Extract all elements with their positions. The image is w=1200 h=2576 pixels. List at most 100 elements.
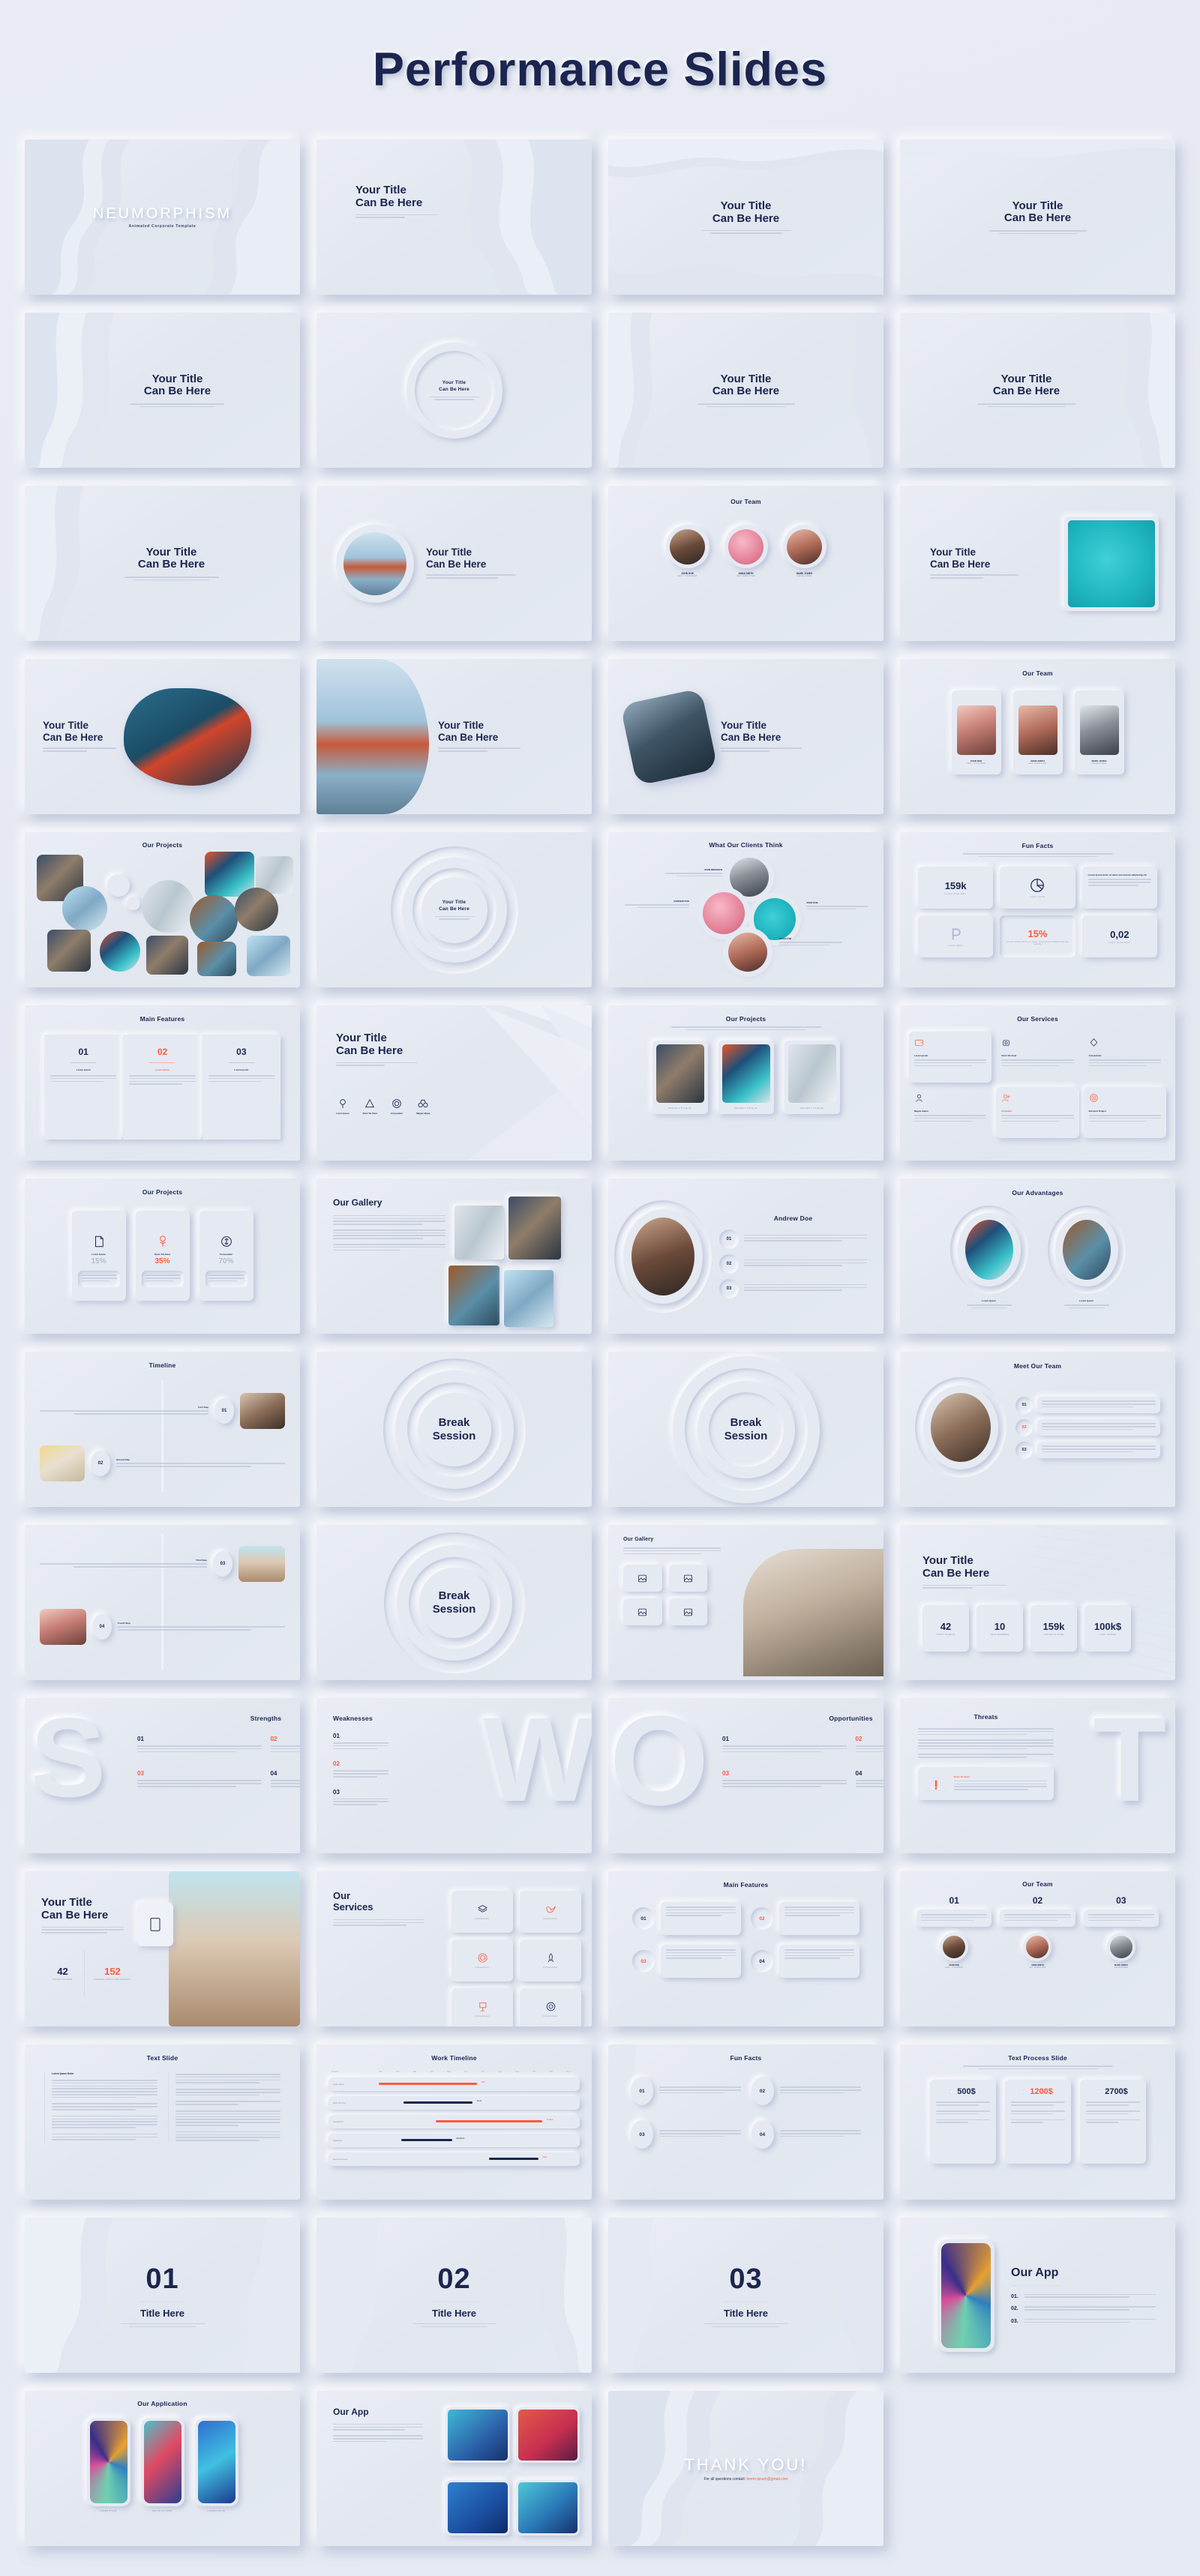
feature-row[interactable]: 03 (632, 1945, 741, 1978)
swot-point[interactable]: 02 (855, 1736, 884, 1754)
slide-title-wave-soft[interactable]: Your Title Can Be Here (25, 486, 300, 641)
feature-column[interactable]: 03 Lorem ipsum (202, 1035, 280, 1140)
team-card[interactable]: ANNA SMITH ART DIRECTOR (1012, 690, 1063, 774)
stat-card[interactable]: Consectetur 70% (199, 1211, 254, 1301)
gallery-frame[interactable] (623, 1565, 662, 1592)
slide-title-forest[interactable]: Your Title Can Be Here (608, 659, 884, 814)
icon-item[interactable]: Lorem Ipsum (336, 1098, 350, 1115)
slide-title-circle[interactable]: Your Title Can Be Here (316, 313, 592, 468)
client-avatar[interactable] (754, 898, 796, 940)
stat-card[interactable]: Lorem Ipsum 15% (71, 1211, 126, 1301)
timeline-row[interactable]: Dolor Sit Amet Anna (328, 2096, 580, 2110)
project-thumb[interactable] (247, 936, 290, 976)
service-card[interactable]: Incididunt (996, 1087, 1079, 1138)
stat-box[interactable]: 152 AVERAGE HOURS PER PROJECT (86, 1950, 139, 1996)
swot-point[interactable]: 04 (855, 1770, 884, 1788)
fact-cell[interactable]: 0,02 Lorem ipsum dolor (1082, 915, 1157, 958)
gallery-frame[interactable] (668, 1598, 707, 1626)
slide-timeline-cont[interactable]: Third Step 03 04 Fourth Step (25, 1525, 300, 1680)
swot-point[interactable]: 03 (137, 1770, 262, 1788)
app-point[interactable]: 02. (1011, 2306, 1156, 2312)
slide-title-icons-row[interactable]: Your Title Can Be Here Lorem Ipsum Dolor… (316, 1005, 592, 1161)
slide-title-boat[interactable]: Your Title Can Be Here (25, 659, 300, 814)
slide-title-stats-4[interactable]: Your Title Can Be Here 42 HAPPY CLIENTS … (900, 1525, 1175, 1680)
slide-section-02[interactable]: 02 Title Here (316, 2218, 592, 2373)
swot-point[interactable]: 01 (137, 1736, 262, 1754)
slide-break-session-2[interactable]: Break Session (608, 1352, 884, 1507)
slide-our-team-3[interactable]: Our Team JOHN DOE CEO / FOUNDER ANNA SMI… (608, 486, 884, 641)
slide-swot-opportunities[interactable]: O Opportunities 01 02 03 04 (608, 1698, 884, 1853)
app-screen[interactable]: LOREM IPSUM (86, 2418, 130, 2512)
stat-box[interactable]: 100k$ CASH INCOME (1084, 1604, 1131, 1652)
slide-title-left-wave[interactable]: Your Title Can Be Here (25, 313, 300, 468)
service-tile[interactable]: Consectetur (520, 1988, 581, 2026)
slide-thank-you[interactable]: THANK YOU! For all questions contact: lo… (608, 2391, 884, 2546)
project-circle[interactable] (190, 895, 238, 943)
slide-title-wave-top[interactable]: Your Title Can Be Here (608, 139, 884, 295)
point-row[interactable]: 01 (719, 1229, 867, 1249)
feature-row[interactable]: 01 (632, 1902, 741, 1935)
slide-our-services-6[interactable]: Our Services Lorem Ipsum Dolor Sit Amet … (900, 1005, 1175, 1161)
slide-our-projects-stats[interactable]: Our Projects Lorem Ipsum 15% Dolor Sit A… (25, 1179, 300, 1334)
floating-icon-card[interactable] (137, 1903, 173, 1946)
slide-main-features-grid[interactable]: Main Features 01 02 03 04 (608, 1871, 884, 2026)
contact-email[interactable]: lorem.ipsum@gmail.com (746, 2477, 788, 2482)
service-tile[interactable]: Consectetur (520, 1891, 581, 1933)
gallery-photo[interactable] (454, 1206, 504, 1260)
process-card[interactable]: 1200$ (1004, 2080, 1071, 2164)
slide-title-wave-right2[interactable]: Your Title Can Be Here (900, 313, 1175, 468)
slide-our-projects-circles[interactable]: Our Projects (25, 832, 300, 987)
fact-row[interactable]: 04 (751, 2120, 861, 2149)
team-row[interactable]: 02 (1016, 1418, 1160, 1436)
client-avatar[interactable] (728, 933, 767, 972)
fact-cell[interactable]: Lorem ipsum dolor sit amet consectetur a… (1082, 867, 1157, 909)
slide-title-photo-teal[interactable]: Your Title Can Be Here (900, 486, 1175, 641)
slide-text-slide[interactable]: Text Slide Lorem Ipsum Dolor (25, 2044, 300, 2200)
project-thumb[interactable] (47, 930, 91, 972)
app-screen[interactable]: DOLOR SIT AMET (140, 2418, 184, 2512)
icon-item[interactable]: Dolor Sit Amet (363, 1098, 377, 1115)
slide-swot-threats[interactable]: T Threats Dolor Sit Amet (900, 1698, 1175, 1853)
project-card[interactable]: PROJECT TITLE 03 (784, 1041, 840, 1115)
service-tile[interactable]: Consectetur (452, 1939, 513, 1981)
slide-title-photo-circle[interactable]: Your Title Can Be Here (316, 486, 592, 641)
app-thumb[interactable] (446, 2479, 510, 2536)
stat-box[interactable]: 42 HAPPY CLIENTS (922, 1604, 969, 1652)
slide-break-session-1[interactable]: Break Session (316, 1352, 592, 1507)
swot-point[interactable]: 01 (333, 1733, 429, 1751)
timeline-row[interactable]: Adipiscing Elizabeth (328, 2134, 580, 2147)
stat-card[interactable]: Dolor Sit Amet 35% (135, 1211, 190, 1301)
slide-work-timeline[interactable]: Work Timeline Projects Jan Feb Mar Apr M… (316, 2044, 592, 2200)
project-circle[interactable] (142, 880, 194, 933)
slide-text-process[interactable]: Text Process Slide 500$ 1200$ 2700$ (900, 2044, 1175, 2200)
project-thumb[interactable] (146, 936, 188, 975)
service-tile[interactable]: Consectetur (520, 1939, 581, 1981)
team-member[interactable]: ANNA SMITH ART DIRECTOR (724, 525, 768, 577)
gallery-frame[interactable] (623, 1598, 662, 1626)
fact-cell-active[interactable]: 15% Lorem ipsum dolor sit amet consectet… (1000, 915, 1076, 958)
icon-item[interactable]: Consectetur (391, 1098, 403, 1115)
project-circle[interactable] (100, 931, 140, 972)
project-thumb[interactable] (197, 942, 236, 976)
timeline-row[interactable]: Eiusmod Tempor Mark (328, 2152, 580, 2166)
app-point[interactable]: 03. (1011, 2318, 1156, 2325)
slide-title-wave-left[interactable]: Your Title Can Be Here (608, 313, 884, 468)
slide-clients-think[interactable]: What Our Clients Think JOHN BRENNAN ANDR… (608, 832, 884, 987)
stat-box[interactable]: 10 TEAM MEMBERS (976, 1604, 1023, 1652)
team-entry[interactable]: 01 JOHN DOE CEO / FOUNDER (916, 1895, 992, 1969)
swot-point[interactable]: 02 (333, 1760, 429, 1778)
client-avatar[interactable] (703, 892, 745, 934)
fact-cell[interactable]: Lorem ipsum (918, 915, 994, 958)
feature-row[interactable]: 02 (751, 1902, 860, 1935)
slide-our-projects-photos[interactable]: Our Projects PROJECT TITLE 01 PROJECT TI… (608, 1005, 884, 1161)
slide-title-plain[interactable]: Your Title Can Be Here (900, 139, 1175, 295)
slide-timeline[interactable]: Timeline First Step 01 02 Second Step (25, 1352, 300, 1507)
team-row[interactable]: 03 (1016, 1441, 1160, 1459)
swot-point[interactable]: 04 (270, 1770, 300, 1788)
project-card[interactable]: PROJECT TITLE 02 (718, 1041, 774, 1115)
swot-point[interactable]: 02 (270, 1736, 300, 1754)
swot-point[interactable]: 01 (722, 1736, 847, 1754)
fact-row[interactable]: 01 (631, 2077, 741, 2105)
slide-section-01[interactable]: 01 Title Here (25, 2218, 300, 2373)
icon-item[interactable]: Magna Aliqua (416, 1098, 430, 1115)
